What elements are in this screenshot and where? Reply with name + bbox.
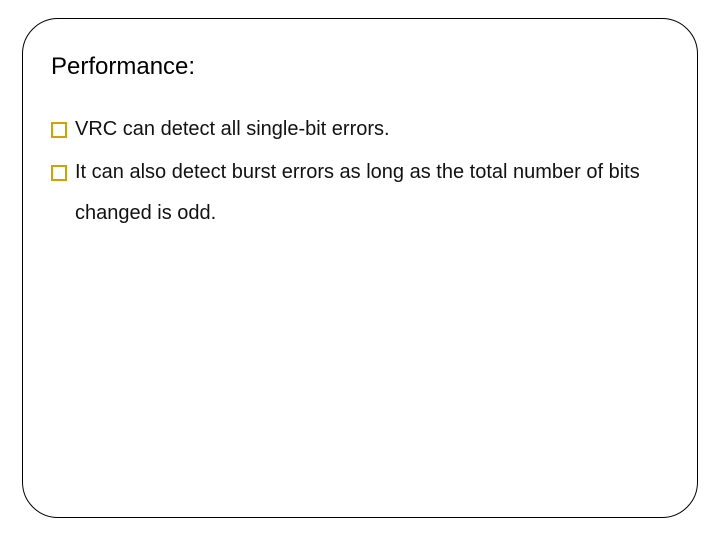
square-bullet-icon [51,165,67,181]
slide: Performance: VRC can detect all single-b… [0,0,720,540]
list-item-text: VRC can detect all single-bit errors. [75,109,669,150]
list-item-text: It can also detect burst errors as long … [75,152,669,234]
square-bullet-icon [51,122,67,138]
list-item: VRC can detect all single-bit errors. [51,109,669,150]
slide-frame: Performance: VRC can detect all single-b… [22,18,698,518]
slide-heading: Performance: [51,53,669,81]
list-item: It can also detect burst errors as long … [51,152,669,234]
bullet-list: VRC can detect all single-bit errors. It… [51,109,669,234]
